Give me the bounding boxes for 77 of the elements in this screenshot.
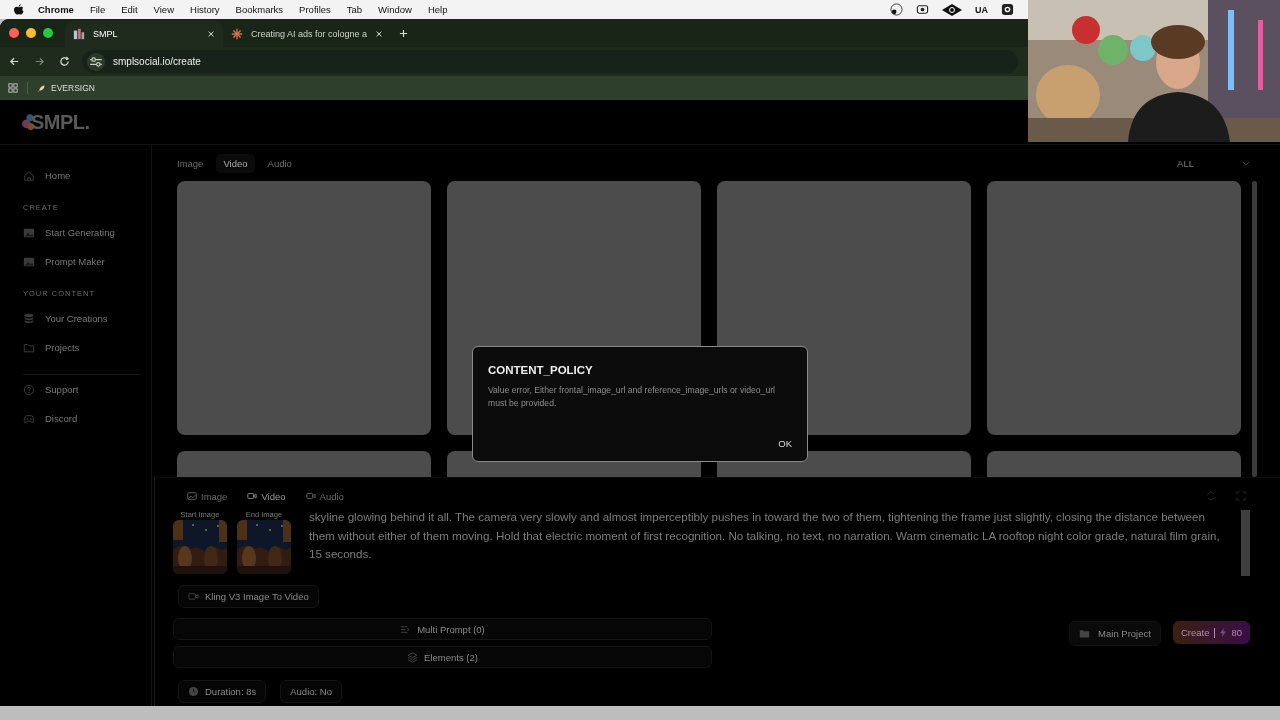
menu-item[interactable]: History bbox=[190, 4, 220, 15]
video-camera-icon bbox=[188, 591, 199, 602]
sidebar-item[interactable]: Start Generating bbox=[23, 218, 141, 247]
video-camera-icon bbox=[305, 491, 316, 501]
reload-icon[interactable] bbox=[59, 56, 70, 67]
address-bar[interactable]: smplsocial.io/create bbox=[82, 50, 1018, 73]
video-camera-icon bbox=[247, 491, 258, 501]
menu-item[interactable]: Tab bbox=[346, 4, 363, 15]
apple-icon[interactable] bbox=[14, 3, 24, 16]
menu-item[interactable]: Bookmarks bbox=[235, 4, 284, 15]
control-center-icon[interactable] bbox=[1001, 3, 1014, 16]
keyboard-input-indicator[interactable]: UA bbox=[975, 4, 988, 15]
close-window-button[interactable] bbox=[9, 28, 19, 38]
apps-grid-icon[interactable] bbox=[8, 83, 18, 93]
sidebar-item[interactable]: Your Creations bbox=[23, 304, 141, 333]
database-icon bbox=[23, 312, 35, 325]
ok-button[interactable]: OK bbox=[772, 433, 798, 453]
help-icon bbox=[23, 383, 35, 396]
minimize-window-button[interactable] bbox=[26, 28, 36, 38]
home-icon bbox=[23, 169, 35, 182]
folder-icon bbox=[1079, 628, 1091, 639]
media-tab[interactable]: Video bbox=[216, 153, 255, 173]
back-icon[interactable] bbox=[9, 56, 20, 67]
elements-button[interactable]: Elements (2) bbox=[173, 646, 712, 668]
menu-app-name[interactable]: Chrome bbox=[38, 4, 74, 15]
image-icon bbox=[23, 255, 35, 268]
clock-icon bbox=[188, 686, 199, 697]
bookmark[interactable]: EVERSIGN bbox=[37, 83, 95, 93]
browser-tab[interactable]: Creating AI ads for cologne a bbox=[223, 21, 392, 47]
scrollbar[interactable] bbox=[1252, 181, 1257, 477]
menu-item[interactable]: Help bbox=[427, 4, 448, 15]
composer-tab[interactable]: Image bbox=[187, 490, 228, 502]
site-icon bbox=[73, 28, 85, 40]
composer-tab[interactable]: Audio bbox=[305, 490, 344, 502]
duration-button[interactable]: Duration: 8s bbox=[178, 680, 267, 703]
folder-icon bbox=[23, 341, 35, 354]
status-icon[interactable] bbox=[890, 3, 903, 16]
menu-item[interactable]: Edit bbox=[121, 4, 138, 15]
lightning-icon bbox=[1220, 628, 1227, 637]
multi-prompt-button[interactable]: Multi Prompt (0) bbox=[173, 618, 712, 640]
media-tab[interactable]: Image bbox=[170, 153, 211, 173]
menu-item[interactable]: View bbox=[153, 4, 174, 15]
project-button[interactable]: Main Project bbox=[1069, 621, 1161, 646]
camera-icon[interactable] bbox=[916, 3, 929, 16]
audio-button[interactable]: Audio: No bbox=[280, 680, 342, 703]
model-button[interactable]: Kling V3 Image To Video bbox=[178, 585, 319, 608]
controller-icon bbox=[23, 412, 35, 425]
sidebar-item[interactable]: Projects bbox=[23, 333, 141, 362]
browser-tab[interactable]: SMPL bbox=[65, 21, 223, 47]
list-icon bbox=[400, 623, 412, 635]
sidebar-item[interactable]: Prompt Maker bbox=[23, 247, 141, 276]
prompt-text[interactable]: skyline glowing behind it all. The camera very slowly and almost imperceptibly pushes in toward the two of them, tightening the frame just slightly, closing the distance between them without either of them moving. Hold that electric moment of first recognition. No talking, no text, no narration. Warm cinematic LA rooftop night color grade, natural film grain, 15 seconds. bbox=[309, 508, 1223, 580]
sidebar-item[interactable]: Home bbox=[23, 161, 141, 190]
composer-tab[interactable]: Video bbox=[247, 490, 286, 502]
new-tab-icon[interactable] bbox=[399, 29, 409, 38]
menu-item[interactable]: File bbox=[89, 4, 106, 15]
image-icon bbox=[23, 226, 35, 239]
menu-item[interactable]: Window bbox=[378, 4, 412, 15]
close-tab-icon[interactable] bbox=[207, 30, 215, 38]
forward-icon[interactable] bbox=[34, 56, 45, 67]
scrollbar[interactable] bbox=[1241, 510, 1250, 576]
dialog-message: Value error, Either frontal_image_url and reference_image_urls or video_url must be provided. bbox=[488, 384, 776, 410]
create-button[interactable]: Create 80 bbox=[1172, 621, 1250, 644]
media-tab[interactable]: Audio bbox=[260, 153, 299, 173]
burst-icon bbox=[231, 28, 243, 40]
zoom-window-button[interactable] bbox=[43, 28, 53, 38]
image-icon bbox=[187, 491, 197, 501]
sidebar-item[interactable]: Discord bbox=[23, 404, 141, 433]
dialog-title: CONTENT_POLICY bbox=[488, 364, 594, 376]
layers-icon bbox=[407, 651, 419, 663]
diamond-icon[interactable] bbox=[942, 3, 962, 16]
filter-dropdown[interactable]: ALL bbox=[1177, 157, 1250, 169]
sidebar-item[interactable]: Support bbox=[23, 375, 141, 404]
chevron-down-icon bbox=[1242, 160, 1250, 166]
menu-item[interactable]: Profiles bbox=[299, 4, 331, 15]
site-settings-icon[interactable] bbox=[87, 52, 105, 71]
close-tab-icon[interactable] bbox=[375, 30, 384, 38]
